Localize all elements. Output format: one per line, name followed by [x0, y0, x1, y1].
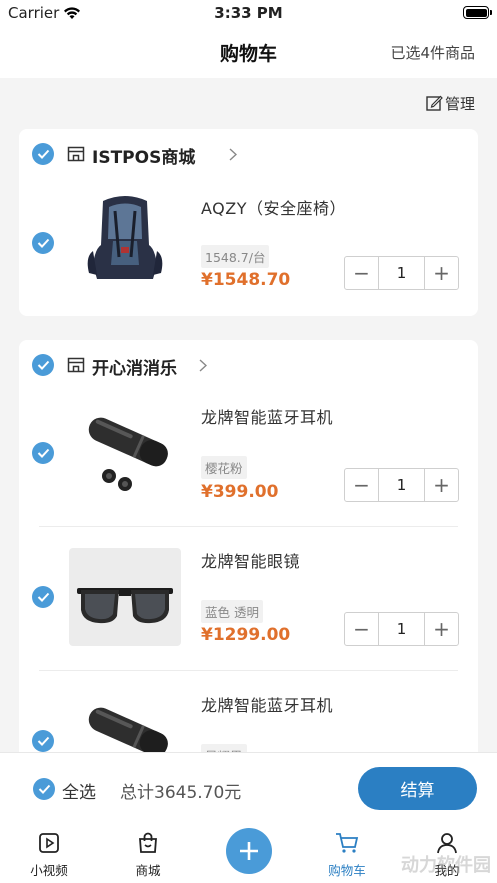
clock: 3:33 PM	[214, 4, 283, 22]
bag-icon	[139, 832, 157, 853]
store-name: ISTPOS商城	[92, 148, 196, 168]
battery-icon	[463, 6, 492, 19]
store-checkbox[interactable]	[32, 143, 54, 165]
navigation-bar: 购物车 已选4件商品	[0, 26, 497, 78]
selected-count: 已选4件商品	[390, 44, 475, 62]
product-name[interactable]: AQZY（安全座椅）	[201, 195, 346, 219]
item-divider	[39, 670, 458, 671]
check-icon	[37, 360, 49, 370]
decrease-button[interactable]: −	[345, 469, 378, 501]
product-spec: 樱花粉	[201, 456, 247, 479]
glasses-image	[77, 588, 173, 624]
check-icon	[37, 592, 49, 602]
quantity-stepper: − 1 +	[344, 612, 459, 646]
item-divider	[39, 526, 458, 527]
car-seat-image	[87, 196, 163, 279]
check-icon	[38, 784, 50, 794]
watermark: 动力软件园	[401, 855, 491, 876]
product-spec: 1548.7/台	[201, 245, 270, 268]
cart-item: 龙牌智能眼镜 蓝色 透明 ¥1299.00 − 1 +	[19, 534, 478, 674]
product-price: ¥1299.00	[201, 625, 291, 645]
check-icon	[37, 238, 49, 248]
tab-mall[interactable]: 商城	[118, 832, 178, 879]
tab-short-video[interactable]: 小视频	[19, 832, 79, 879]
tab-label: 购物车	[328, 863, 366, 878]
product-spec: 蓝色 透明	[201, 600, 263, 623]
select-all-checkbox[interactable]	[33, 778, 55, 800]
quantity-stepper: − 1 +	[344, 468, 459, 502]
manage-label: 管理	[444, 95, 475, 113]
product-price: ¥1548.70	[201, 270, 291, 290]
store-checkbox[interactable]	[32, 354, 54, 376]
manage-button[interactable]: 管理	[426, 93, 475, 114]
total-price: 总计3645.70元	[120, 783, 242, 803]
checkout-bar: 全选 总计3645.70元 结算	[0, 752, 497, 824]
checkout-button[interactable]: 结算	[358, 767, 477, 810]
cart-icon	[336, 833, 359, 853]
product-name[interactable]: 龙牌智能蓝牙耳机	[201, 692, 333, 716]
tab-cart[interactable]: 购物车	[317, 832, 377, 879]
store-icon	[67, 146, 85, 162]
increase-button[interactable]: +	[425, 613, 458, 645]
increase-button[interactable]: +	[425, 469, 458, 501]
quantity-value[interactable]: 1	[378, 257, 425, 289]
store-card: ISTPOS商城 AQZY（安全座椅） 1548.7/台 ¥1548.70 − …	[19, 129, 478, 316]
item-checkbox[interactable]	[32, 730, 54, 752]
edit-icon	[426, 95, 443, 111]
cart-item: AQZY（安全座椅） 1548.7/台 ¥1548.70 − 1 +	[19, 179, 478, 319]
publish-button[interactable]	[226, 828, 272, 874]
store-card: 开心消消乐 龙牌智能蓝牙耳机 樱花粉 ¥399.00 − 1 + 龙牌智能眼镜 …	[19, 340, 478, 800]
store-header[interactable]: ISTPOS商城	[19, 129, 478, 179]
store-icon	[67, 357, 85, 373]
check-icon	[37, 736, 49, 746]
product-name[interactable]: 龙牌智能眼镜	[201, 548, 300, 572]
product-name[interactable]: 龙牌智能蓝牙耳机	[201, 404, 333, 428]
quantity-value[interactable]: 1	[378, 613, 425, 645]
check-icon	[37, 149, 49, 159]
plus-icon	[240, 842, 258, 860]
quantity-value[interactable]: 1	[378, 469, 425, 501]
product-image[interactable]	[69, 400, 181, 498]
quantity-stepper: − 1 +	[344, 256, 459, 290]
earbuds-image	[88, 417, 168, 491]
chevron-right-icon	[199, 359, 207, 372]
decrease-button[interactable]: −	[345, 613, 378, 645]
play-icon	[39, 833, 59, 853]
cart-item: 龙牌智能蓝牙耳机 樱花粉 ¥399.00 − 1 +	[19, 390, 478, 530]
product-image[interactable]	[69, 548, 181, 646]
product-price: ¥399.00	[201, 482, 279, 502]
select-all-label[interactable]: 全选	[62, 778, 96, 803]
tab-bar: 小视频 商城 购物车 我的 动力软件园	[0, 824, 497, 883]
store-header[interactable]: 开心消消乐	[19, 340, 478, 390]
chevron-right-icon	[229, 148, 237, 161]
status-bar: Carrier 3:33 PM	[0, 0, 497, 26]
tab-label: 商城	[135, 863, 161, 878]
increase-button[interactable]: +	[425, 257, 458, 289]
item-checkbox[interactable]	[32, 586, 54, 608]
product-image[interactable]	[69, 187, 181, 285]
store-name: 开心消消乐	[92, 359, 177, 379]
tab-label: 小视频	[30, 863, 68, 878]
item-checkbox[interactable]	[32, 232, 54, 254]
item-checkbox[interactable]	[32, 442, 54, 464]
check-icon	[37, 448, 49, 458]
decrease-button[interactable]: −	[345, 257, 378, 289]
